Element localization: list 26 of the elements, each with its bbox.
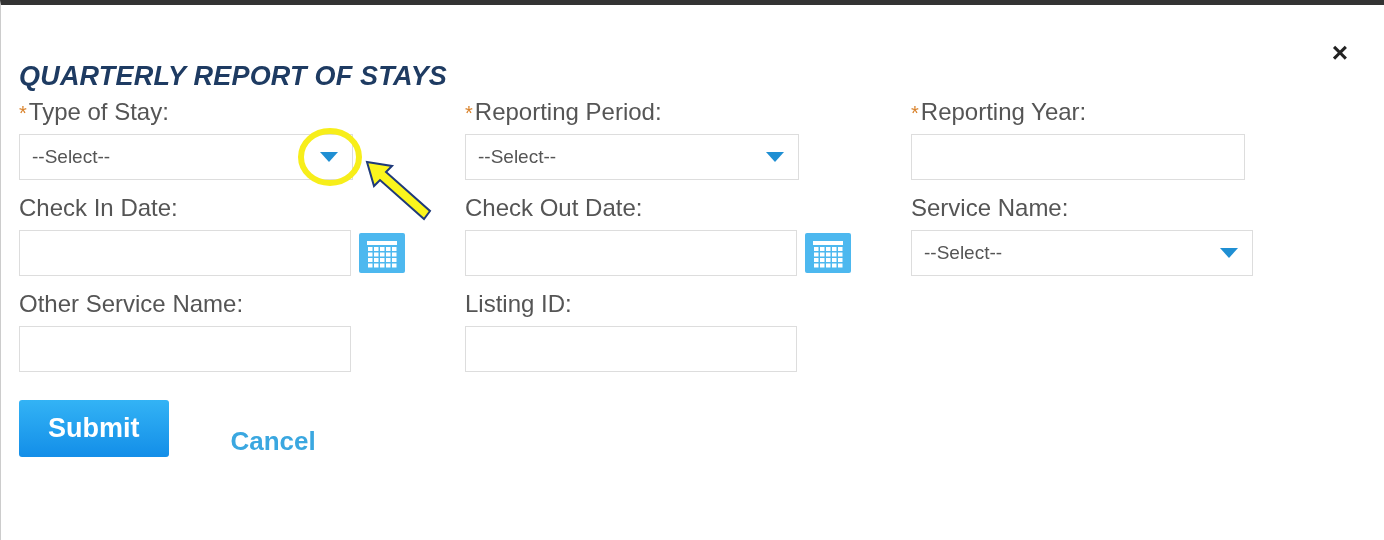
field-label: Service Name: bbox=[911, 194, 1070, 223]
close-button[interactable]: × bbox=[1331, 39, 1348, 67]
field-label: *Reporting Year: bbox=[911, 98, 1088, 127]
date-field[interactable] bbox=[465, 230, 797, 276]
required-mark: * bbox=[465, 102, 473, 125]
field-label: *Type of Stay: bbox=[19, 98, 170, 127]
input-field[interactable] bbox=[911, 134, 1245, 180]
dialog-title: QUARTERLY REPORT OF STAYS bbox=[19, 61, 449, 92]
calendar-icon[interactable] bbox=[805, 233, 851, 273]
caret-icon bbox=[1220, 248, 1238, 258]
input-field[interactable] bbox=[465, 326, 797, 372]
field-label: Other Service Name: bbox=[19, 290, 245, 319]
caret-icon bbox=[320, 152, 338, 162]
input-field[interactable] bbox=[19, 326, 351, 372]
field-label: *Reporting Period: bbox=[465, 98, 663, 127]
date-field[interactable] bbox=[19, 230, 351, 276]
select-field[interactable]: --Select-- bbox=[19, 134, 353, 180]
field-label: Check In Date: bbox=[19, 194, 179, 223]
required-mark: * bbox=[911, 102, 919, 125]
select-field[interactable]: --Select-- bbox=[465, 134, 799, 180]
field-label: Check Out Date: bbox=[465, 194, 644, 223]
field-label: Listing ID: bbox=[465, 290, 573, 319]
caret-icon bbox=[766, 152, 784, 162]
calendar-icon[interactable] bbox=[359, 233, 405, 273]
required-mark: * bbox=[19, 102, 27, 125]
select-field[interactable]: --Select-- bbox=[911, 230, 1253, 276]
